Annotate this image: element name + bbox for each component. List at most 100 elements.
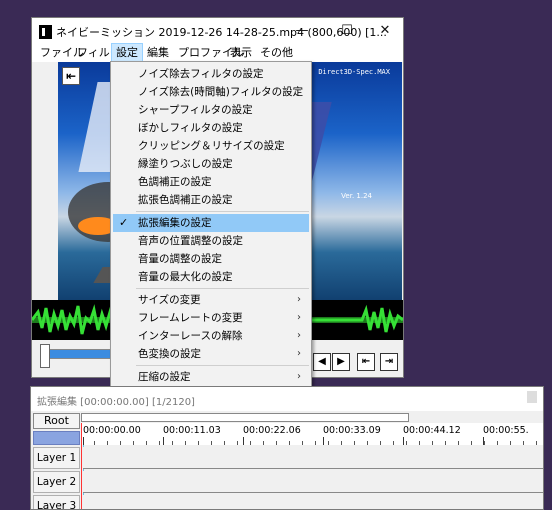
zoom-strip[interactable] xyxy=(33,431,80,445)
skip-end-icon[interactable]: ⇥ xyxy=(380,353,398,371)
timeline-title-bar[interactable]: 拡張編集 [00:00:00.00] [1/2120] xyxy=(31,387,543,411)
ruler-tick xyxy=(83,437,84,445)
ruler-minor-tick xyxy=(211,441,212,445)
dropdown-item[interactable]: シャープフィルタの設定 xyxy=(113,101,309,119)
extended-edit-window: 拡張編集 [00:00:00.00] [1/2120] Root 00:00:0… xyxy=(30,386,544,510)
timeline-scrollbar[interactable] xyxy=(81,413,409,422)
menu-settings[interactable]: 設定 xyxy=(111,43,143,63)
dropdown-item[interactable]: 音量の最大化の設定 xyxy=(113,268,309,286)
ruler-tick xyxy=(163,437,164,445)
dropdown-item-label: クリッピング＆リサイズの設定 xyxy=(138,140,285,152)
layer-label[interactable]: Layer 2 xyxy=(33,471,80,493)
playhead-line[interactable] xyxy=(81,423,82,509)
title-bar[interactable]: ネイビーミッション 2019-12-26 14-28-25.mp4 (800,6… xyxy=(32,18,403,44)
dropdown-item[interactable]: 圧縮の設定 › xyxy=(113,368,309,386)
dropdown-item[interactable]: ぼかしフィルタの設定 xyxy=(113,119,309,137)
ruler-minor-tick xyxy=(393,441,394,445)
dropdown-item[interactable]: 音量の調整の設定 xyxy=(113,250,309,268)
ruler-tick-label: 00:00:55. xyxy=(483,425,529,436)
ruler-minor-tick xyxy=(133,441,134,445)
ruler-minor-tick xyxy=(445,441,446,445)
menu-bar: ファイル フィルタ 設定 編集 プロファイル 表示 その他 xyxy=(32,43,403,63)
ruler-tick-label: 00:00:22.06 xyxy=(243,425,301,436)
timeline-title: 拡張編集 [00:00:00.00] [1/2120] xyxy=(37,397,195,408)
dropdown-item[interactable]: ✓ 拡張編集の設定 xyxy=(113,214,309,232)
layer-label[interactable]: Layer 3 xyxy=(33,495,80,509)
close-button[interactable]: ✕ xyxy=(365,18,405,44)
chevron-right-icon: › xyxy=(297,330,301,341)
dropdown-item-label: シャープフィルタの設定 xyxy=(138,104,253,116)
ruler-tick xyxy=(403,437,404,445)
dropdown-item-label: 色変換の設定 xyxy=(138,348,201,360)
video-overlay-text: Direct3D-Spec.MAX xyxy=(318,68,390,76)
skip-start-icon[interactable]: ⇤ xyxy=(357,353,375,371)
layer-track[interactable] xyxy=(83,447,543,469)
ruler-minor-tick xyxy=(354,441,355,445)
ruler-minor-tick xyxy=(380,441,381,445)
menu-other[interactable]: その他 xyxy=(256,44,297,62)
layer-track[interactable] xyxy=(83,471,543,493)
dropdown-item[interactable]: 音声の位置調整の設定 xyxy=(113,232,309,250)
ruler-minor-tick xyxy=(237,441,238,445)
maximize-button[interactable]: ☐ xyxy=(327,18,367,44)
prev-frame-icon[interactable]: ◀ xyxy=(313,353,331,371)
ruler-minor-tick xyxy=(484,441,485,445)
dropdown-item[interactable]: フレームレートの変更 › xyxy=(113,309,309,327)
dropdown-item-label: 音声の位置調整の設定 xyxy=(138,235,243,247)
ruler-minor-tick xyxy=(471,441,472,445)
dropdown-item[interactable]: 縁塗りつぶしの設定 xyxy=(113,155,309,173)
time-ruler[interactable]: 00:00:00.00 00:00:11.03 00:00:22.06 00:00:3… xyxy=(81,423,543,445)
settings-dropdown-menu: ノイズ除去フィルタの設定ノイズ除去(時間軸)フィルタの設定シャープフィルタの設定… xyxy=(110,61,312,401)
menu-separator xyxy=(136,365,309,366)
dropdown-item-label: ノイズ除去フィルタの設定 xyxy=(138,68,264,80)
menu-view[interactable]: 表示 xyxy=(226,44,256,62)
ruler-minor-tick xyxy=(432,441,433,445)
dropdown-item[interactable]: クリッピング＆リサイズの設定 xyxy=(113,137,309,155)
ruler-tick-label: 00:00:44.12 xyxy=(403,425,461,436)
dropdown-item[interactable]: サイズの変更 › xyxy=(113,291,309,309)
seek-bar[interactable] xyxy=(46,349,112,359)
ruler-minor-tick xyxy=(315,441,316,445)
dropdown-item[interactable]: 色調補正の設定 xyxy=(113,173,309,191)
dropdown-item-label: 音量の調整の設定 xyxy=(138,253,222,265)
ruler-minor-tick xyxy=(367,441,368,445)
dropdown-item[interactable]: ノイズ除去フィルタの設定 xyxy=(113,65,309,83)
menu-edit[interactable]: 編集 xyxy=(143,44,173,62)
ruler-minor-tick xyxy=(406,441,407,445)
dropdown-item-label: 色調補正の設定 xyxy=(138,176,212,188)
ruler-minor-tick xyxy=(289,441,290,445)
ruler-minor-tick xyxy=(302,441,303,445)
dropdown-item[interactable]: 色変換の設定 › xyxy=(113,345,309,363)
ruler-minor-tick xyxy=(107,441,108,445)
layer-label[interactable]: Layer 1 xyxy=(33,447,80,469)
dropdown-item-label: 拡張色調補正の設定 xyxy=(138,194,233,206)
dropdown-item[interactable]: 拡張色調補正の設定 xyxy=(113,191,309,209)
root-button[interactable]: Root xyxy=(33,413,80,429)
back-to-start-icon[interactable]: ⇤ xyxy=(62,67,80,85)
ruler-minor-tick xyxy=(198,441,199,445)
layer-track[interactable] xyxy=(83,495,543,509)
dropdown-item-label: 音量の最大化の設定 xyxy=(138,271,233,283)
video-version-text: Ver. 1.24 xyxy=(341,192,372,200)
seek-thumb[interactable] xyxy=(40,344,50,368)
dropdown-item[interactable]: ノイズ除去(時間軸)フィルタの設定 xyxy=(113,83,309,101)
menu-separator xyxy=(136,288,309,289)
dropdown-item[interactable]: インターレースの解除 › xyxy=(113,327,309,345)
ruler-minor-tick xyxy=(328,441,329,445)
check-icon: ✓ xyxy=(119,216,129,229)
menu-separator xyxy=(136,211,309,212)
ruler-minor-tick xyxy=(224,441,225,445)
chevron-right-icon: › xyxy=(297,312,301,323)
timeline-close-icon[interactable] xyxy=(527,391,537,403)
ruler-tick xyxy=(323,437,324,445)
chevron-right-icon: › xyxy=(297,348,301,359)
ruler-minor-tick xyxy=(536,441,537,445)
next-frame-icon[interactable]: ▶ xyxy=(332,353,350,371)
ruler-minor-tick xyxy=(263,441,264,445)
dropdown-item-label: ぼかしフィルタの設定 xyxy=(138,122,243,134)
chevron-right-icon: › xyxy=(297,294,301,305)
minimize-button[interactable]: — xyxy=(282,18,322,44)
ruler-minor-tick xyxy=(120,441,121,445)
ruler-minor-tick xyxy=(159,441,160,445)
dropdown-item-label: 拡張編集の設定 xyxy=(138,217,212,229)
